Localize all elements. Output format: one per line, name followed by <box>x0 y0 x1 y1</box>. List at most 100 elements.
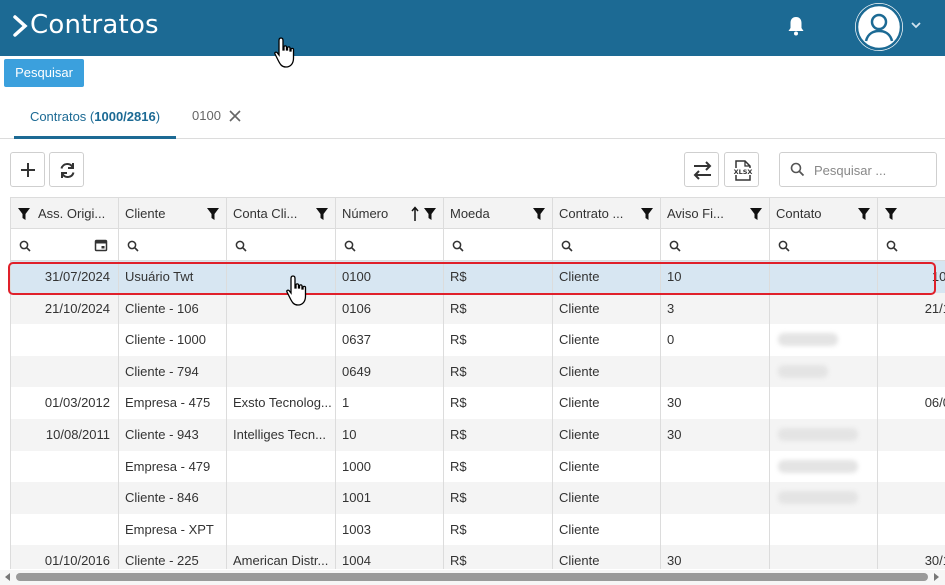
chevron-right-icon[interactable] <box>10 12 32 40</box>
table-row[interactable]: Cliente - 794 0649 R$ Cliente <box>11 355 945 388</box>
chevron-down-icon[interactable] <box>909 18 923 32</box>
refresh-button[interactable] <box>49 152 84 187</box>
swap-arrows-icon <box>693 161 712 180</box>
filter-cell-conta-cliente[interactable] <box>227 229 336 260</box>
column-header-contato[interactable]: Contato <box>770 198 878 228</box>
cell-conta-cliente: Exsto Tecnolog... <box>227 387 336 419</box>
table-row[interactable]: Empresa - 479 1000 R$ Cliente <box>11 450 945 483</box>
cell-numero: 1003 <box>336 513 444 546</box>
add-button[interactable] <box>10 152 45 187</box>
filter-cell-aviso-fim[interactable] <box>661 229 770 260</box>
column-header-numero[interactable]: Número <box>336 198 444 228</box>
cell-ass-origi: 10/08/2011 <box>11 419 119 451</box>
filter-cell-contato[interactable] <box>770 229 878 260</box>
cell-conta-cliente <box>227 324 336 356</box>
cell-cliente: Cliente - 106 <box>119 292 227 325</box>
column-header-conta-cliente[interactable]: Conta Cli... <box>227 198 336 228</box>
search-icon <box>790 162 805 177</box>
cell-aviso-fim: 30 <box>661 387 770 419</box>
cell-cliente: Cliente - 794 <box>119 355 227 388</box>
cell-contato <box>770 513 878 546</box>
table-row[interactable]: Empresa - XPT 1003 R$ Cliente <box>11 513 945 546</box>
search-placeholder: Pesquisar ... <box>814 163 887 178</box>
cell-aviso-fim <box>661 513 770 546</box>
filter-icon[interactable] <box>315 207 329 221</box>
cell-next <box>878 451 945 483</box>
search-icon <box>235 240 247 252</box>
cell-contato <box>770 387 878 419</box>
calendar-icon[interactable] <box>94 238 108 252</box>
cell-contato <box>770 324 878 356</box>
hand-cursor-icon <box>286 275 307 306</box>
cell-numero: 1 <box>336 387 444 419</box>
column-header-contrato[interactable]: Contrato ... <box>553 198 661 228</box>
cell-numero: 0106 <box>336 292 444 325</box>
top-bar: Contratos <box>0 0 945 56</box>
scroll-left-icon[interactable] <box>3 572 13 582</box>
table-row[interactable]: 10/08/2011 Cliente - 943 Intelliges Tecn..… <box>11 419 945 451</box>
search-button[interactable]: Pesquisar <box>4 59 84 87</box>
column-header-cliente[interactable]: Cliente <box>119 198 227 228</box>
table-row[interactable]: 21/10/2024 Cliente - 106 0106 R$ Cliente 3 21/… <box>11 292 945 325</box>
search-icon <box>19 240 31 252</box>
table-row[interactable]: Cliente - 846 1001 R$ Cliente <box>11 482 945 514</box>
sort-ascending-icon[interactable] <box>411 206 419 222</box>
close-icon[interactable] <box>228 109 242 123</box>
cell-conta-cliente: American Distr... <box>227 545 336 569</box>
swap-button[interactable] <box>684 152 719 187</box>
cell-moeda: R$ <box>444 513 553 546</box>
cell-cliente: Empresa - 475 <box>119 387 227 419</box>
filter-cell-ass-origi[interactable] <box>11 229 119 260</box>
cell-contrato: Cliente <box>553 355 661 388</box>
cell-contrato: Cliente <box>553 482 661 514</box>
filter-icon[interactable] <box>17 207 31 221</box>
avatar[interactable] <box>855 3 903 51</box>
cell-aviso-fim: 30 <box>661 545 770 569</box>
redacted-contact <box>778 459 858 473</box>
cell-numero: 0649 <box>336 355 444 388</box>
filter-icon[interactable] <box>857 207 871 221</box>
cell-contrato: Cliente <box>553 513 661 546</box>
export-xlsx-button[interactable]: XLSX <box>724 152 759 187</box>
column-header-aviso-fim[interactable]: Aviso Fi... <box>661 198 770 228</box>
table-row[interactable]: 01/03/2012 Empresa - 475 Exsto Tecnolog...… <box>11 387 945 419</box>
hand-cursor-icon <box>274 37 295 68</box>
filter-icon[interactable] <box>749 207 763 221</box>
filter-icon[interactable] <box>423 207 437 221</box>
table-row[interactable]: Cliente - 1000 0637 R$ Cliente 0 <box>11 324 945 356</box>
filter-icon[interactable] <box>640 207 654 221</box>
cell-next: 21/1 <box>924 300 945 316</box>
filter-cell-cliente[interactable] <box>119 229 227 260</box>
cell-cliente: Cliente - 846 <box>119 482 227 514</box>
table-row[interactable]: 01/10/2016 Cliente - 225 American Distr...… <box>11 545 945 569</box>
scrollbar-thumb[interactable] <box>16 573 928 581</box>
redacted-contact <box>778 428 858 441</box>
cell-aviso-fim <box>661 355 770 388</box>
column-header-moeda[interactable]: Moeda <box>444 198 553 228</box>
cell-numero: 1004 <box>336 545 444 569</box>
horizontal-scrollbar[interactable] <box>0 570 945 585</box>
cell-next <box>878 356 945 388</box>
page-title: Contratos <box>30 10 159 40</box>
filter-icon[interactable] <box>884 207 898 221</box>
scroll-right-icon[interactable] <box>931 572 941 582</box>
grid-header: Ass. Origi... Cliente Conta Cli... Númer… <box>11 197 945 229</box>
filter-cell-numero[interactable] <box>336 229 444 260</box>
filter-cell-contrato[interactable] <box>553 229 661 260</box>
filter-cell-next[interactable] <box>878 229 945 260</box>
cell-aviso-fim: 30 <box>661 419 770 451</box>
grid-search-input[interactable]: Pesquisar ... <box>779 152 937 187</box>
filter-icon[interactable] <box>532 207 546 221</box>
cell-next: 06/0 <box>924 395 945 411</box>
filter-icon[interactable] <box>206 207 220 221</box>
tab-0100[interactable]: 0100 <box>192 95 221 139</box>
search-icon <box>561 240 573 252</box>
column-header-next[interactable] <box>878 198 945 228</box>
filter-cell-moeda[interactable] <box>444 229 553 260</box>
column-header-ass-origi[interactable]: Ass. Origi... <box>11 198 119 228</box>
cell-numero: 1001 <box>336 482 444 514</box>
tab-contratos[interactable]: Contratos (1000/2816) <box>14 95 176 139</box>
bell-icon[interactable] <box>786 15 806 37</box>
cell-numero: 10 <box>336 419 444 451</box>
cell-next <box>878 324 945 356</box>
